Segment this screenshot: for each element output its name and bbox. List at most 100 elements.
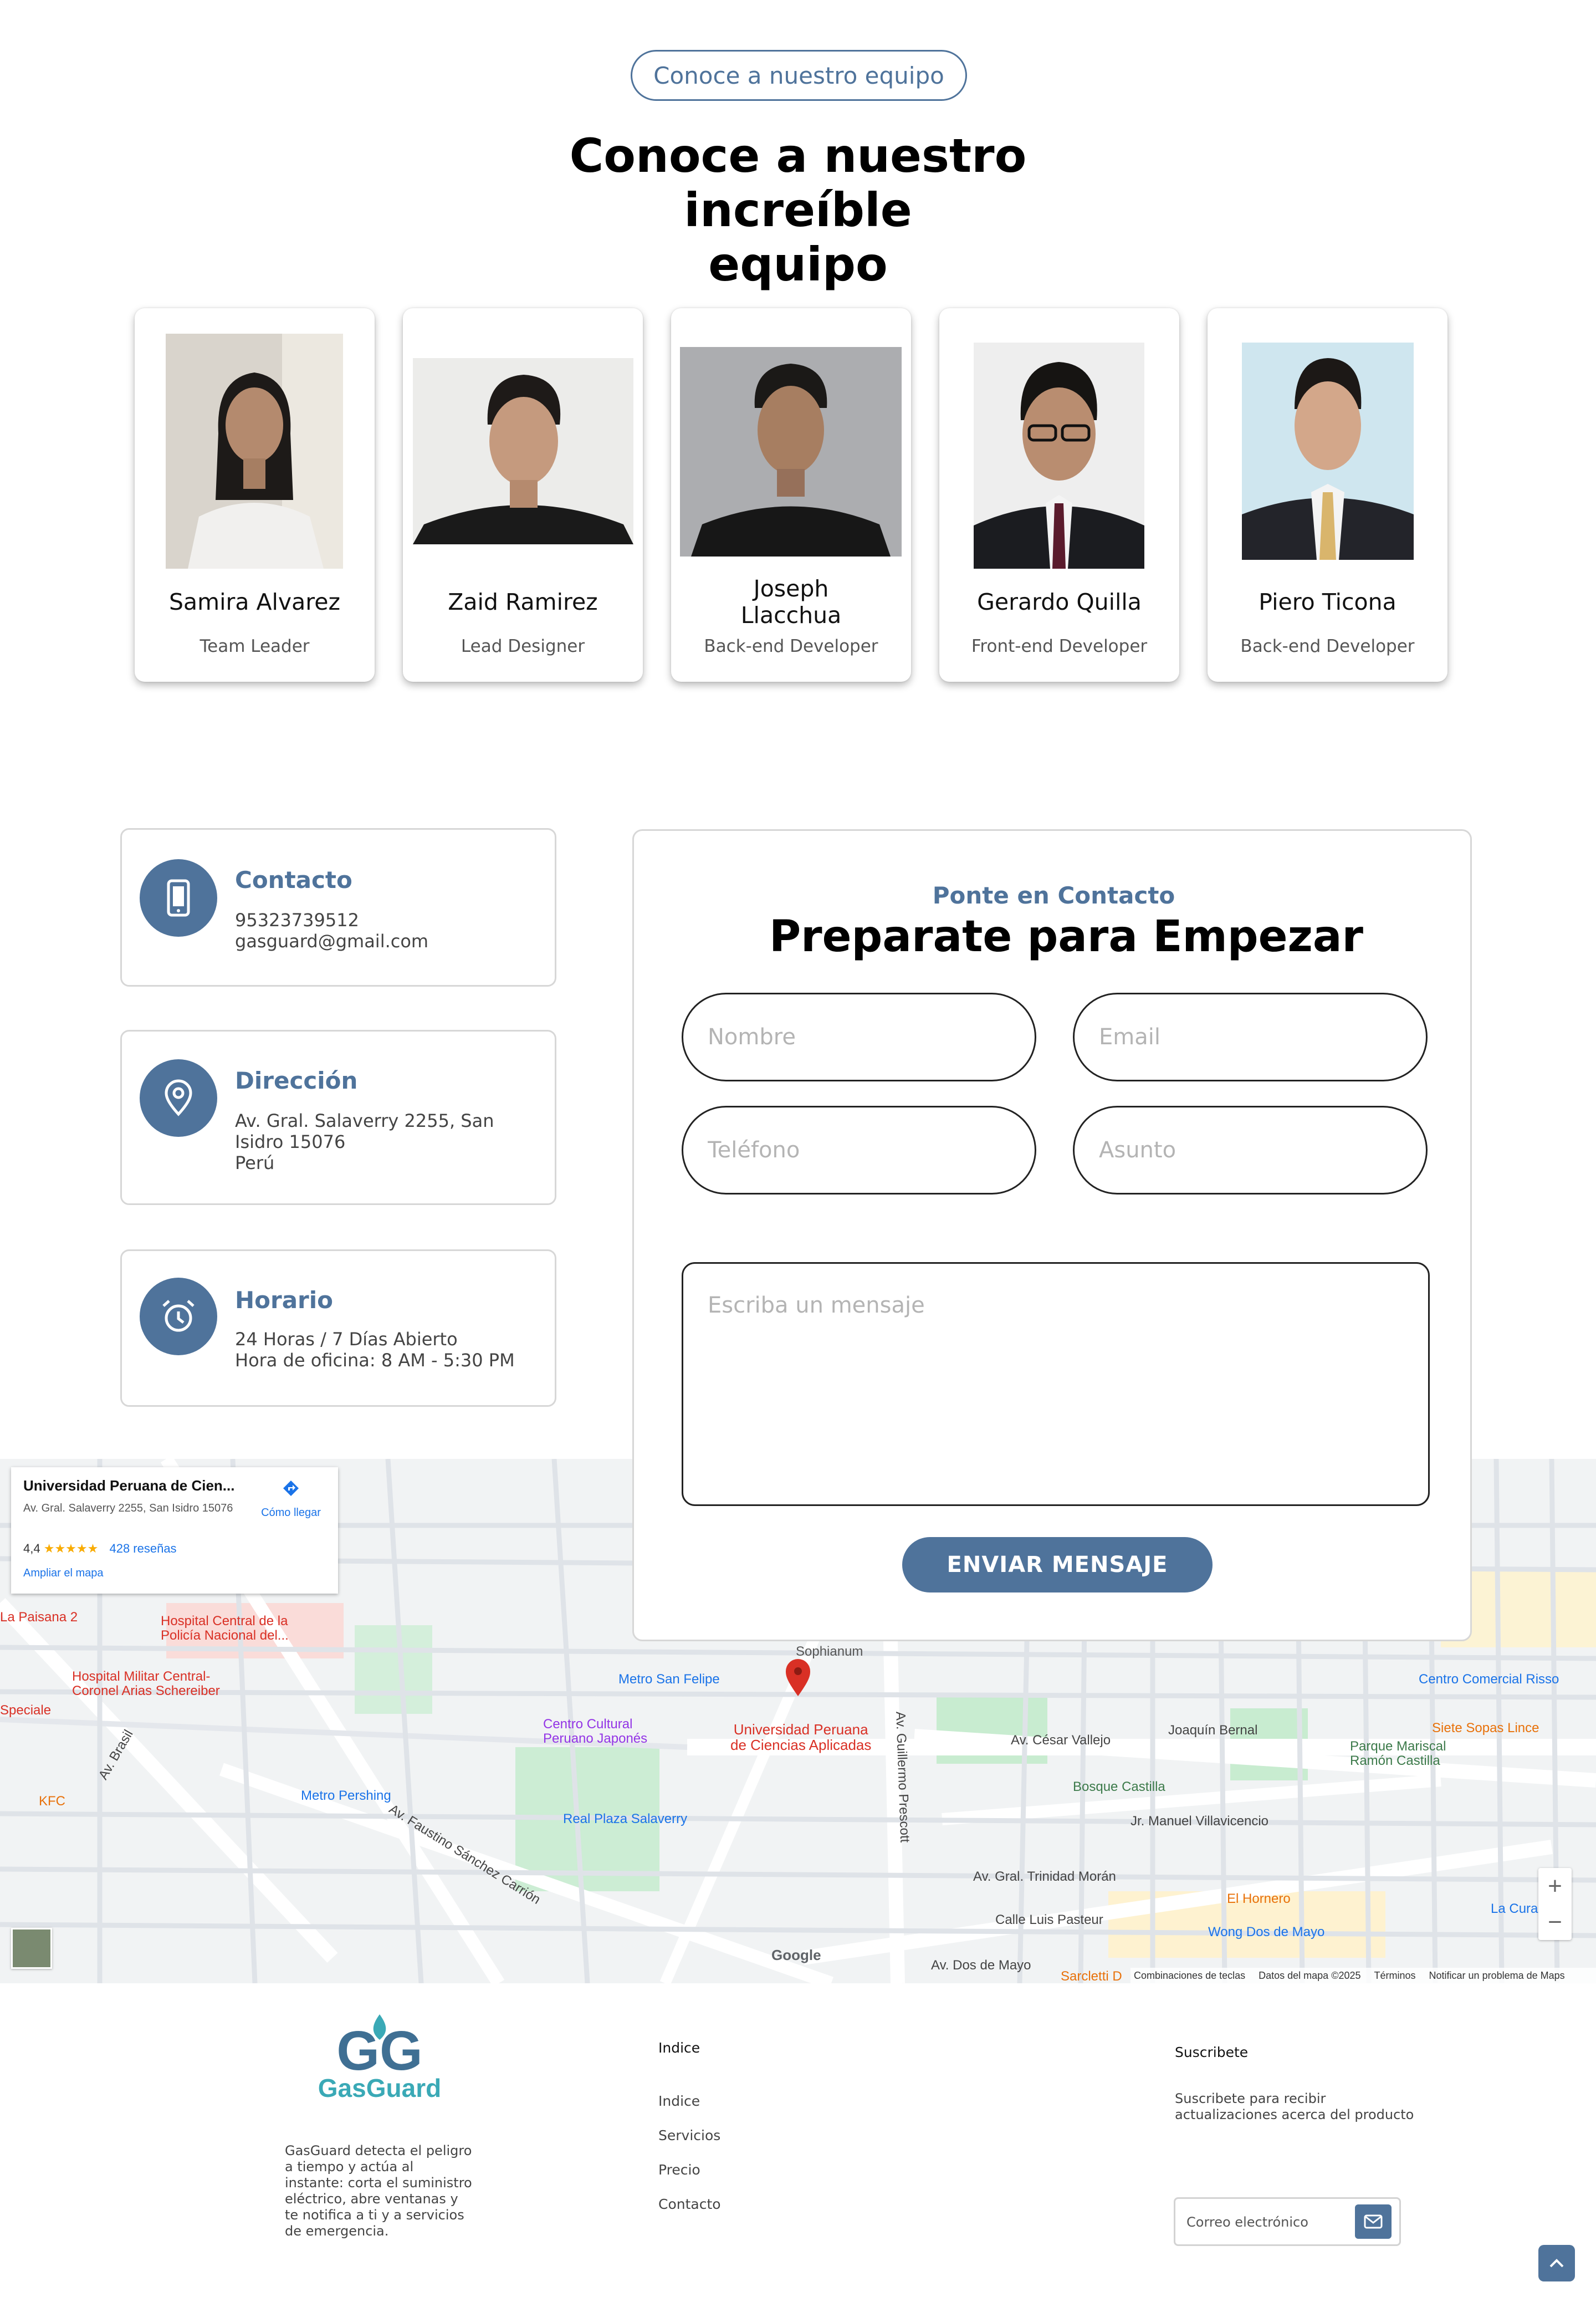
footer-link-indice[interactable]: Indice [658,2093,700,2109]
subscribe-button[interactable] [1355,2204,1392,2239]
map-label-hospital2[interactable]: Hospital Militar Central- Coronel Arias … [72,1670,249,1698]
member-name: Gerardo Quilla [977,589,1142,615]
terms-link[interactable]: Términos [1374,1970,1416,1982]
reviews-link[interactable]: 428 reseñas [109,1541,176,1555]
team-title: Conoce a nuestro increíble equipo [466,129,1130,292]
contact-phone: 95323739512 [235,910,359,931]
map-label-centro-cultural[interactable]: Centro Cultural Peruano Japonés [543,1717,676,1746]
street-calle-luis: Calle Luis Pasteur [995,1912,1103,1927]
footer-link-servicios[interactable]: Servicios [658,2127,720,2143]
keyboard-shortcuts-link[interactable]: Combinaciones de teclas [1134,1970,1245,1982]
address-card-title: Dirección [235,1067,358,1094]
team-card-samira[interactable]: Samira Alvarez Team Leader [135,308,375,682]
map-label-parque[interactable]: Parque Mariscal Ramón Castilla [1350,1739,1472,1768]
map-pin-label-line2: de Ciencias Aplicadas [730,1737,872,1753]
brand-letters: GG [336,2020,423,2073]
send-message-button[interactable]: ENVIAR MENSAJE [902,1537,1213,1592]
street-av-dos-de-mayo: Av. Dos de Mayo [931,1958,1031,1973]
map-label-el-hornero[interactable]: El Hornero [1227,1891,1291,1907]
team-cards: Samira Alvarez Team Leader Zaid Ramirez … [135,308,1448,682]
address-line: Av. Gral. Salaverry 2255, San Isidro 150… [235,1110,494,1152]
rating-value: 4,4 [23,1541,40,1555]
footer-link-contacto[interactable]: Contacto [658,2196,721,2212]
member-name: Piero Ticona [1259,589,1396,615]
zoom-in-button[interactable]: + [1538,1868,1572,1904]
hours-office: Hora de oficina: 8 AM - 5:30 PM [235,1350,515,1371]
member-role: Front-end Developer [971,636,1148,656]
expand-map-link[interactable]: Ampliar el mapa [23,1567,104,1580]
team-card-joseph[interactable]: Joseph Llacchua Back-end Developer [671,308,911,682]
map-label-wong[interactable]: Wong Dos de Mayo [1208,1925,1324,1940]
street-joaquin-bernal: Joaquín Bernal [1168,1723,1258,1738]
form-kicker: Ponte en Contacto [932,882,1175,909]
rating-stars-icon: ★★★★★ [43,1541,99,1555]
street-av-trinidad: Av. Gral. Trinidad Morán [973,1869,1116,1884]
location-pin-icon [140,1059,217,1137]
gasguard-logo[interactable]: GG GasGuard [310,2012,449,2106]
report-problem-link[interactable]: Notificar un problema de Maps [1429,1970,1565,1982]
scroll-to-top-button[interactable] [1538,2245,1575,2281]
member-role: Team Leader [200,636,310,656]
footer-subscribe-heading: Suscribete [1175,2044,1249,2060]
subscribe-email-box [1174,2197,1401,2246]
phone-input[interactable] [682,1106,1036,1195]
directions-label: Cómo llegar [261,1507,321,1519]
map-pin-label[interactable]: Universidad Peruana de Ciencias Aplicada… [730,1722,871,1753]
hours-card: Horario 24 Horas / 7 Días Abierto Hora d… [120,1249,556,1407]
map-label-la-paisana[interactable]: La Paisana 2 [0,1610,78,1625]
map-label-centro-risso[interactable]: Centro Comercial Risso [1419,1672,1559,1687]
place-rating: 4,4 ★★★★★ 428 reseñas [23,1541,177,1556]
email-input[interactable] [1073,993,1428,1081]
map-label-la-cura[interactable]: La Cura [1491,1901,1538,1917]
member-photo [680,347,902,557]
footer: GG GasGuard GasGuard detecta el peligro … [0,1983,1596,2297]
footer-link-precio[interactable]: Precio [658,2162,700,2178]
map-label-kfc[interactable]: KFC [39,1794,65,1809]
footer-description: GasGuard detecta el peligro a tiempo y a… [285,2143,472,2239]
contact-form: Ponte en Contacto Preparate para Empezar… [632,829,1472,1641]
satellite-toggle[interactable] [11,1928,52,1969]
map-label-sarcletti[interactable]: Sarcletti D [1061,1969,1122,1983]
team-pill-button[interactable]: Conoce a nuestro equipo [631,50,967,101]
zoom-controls: + − [1538,1868,1572,1940]
map-label-siete-sopas[interactable]: Siete Sopas Lince [1432,1721,1539,1736]
street-av-cesar-vallejo: Av. César Vallejo [1011,1733,1111,1748]
directions-button[interactable]: Cómo llegar [249,1478,332,1519]
phone-icon [140,859,217,937]
map-label-real-plaza[interactable]: Real Plaza Salaverry [563,1811,687,1827]
street-jr-manuel: Jr. Manuel Villavicencio [1130,1814,1269,1829]
map-label-bosque[interactable]: Bosque Castilla [1073,1779,1165,1795]
map-label-metro-pershing[interactable]: Metro Pershing [301,1788,391,1804]
map-attribution-bar: Combinaciones de teclas Datos del mapa ©… [1130,1968,1596,1983]
team-card-gerardo[interactable]: Gerardo Quilla Front-end Developer [939,308,1179,682]
map-label-hospital1[interactable]: Hospital Central de la Policía Nacional … [161,1614,316,1643]
member-name: Samira Alvarez [168,589,341,615]
hours-card-title: Horario [235,1287,334,1314]
member-name-line1: Joseph [753,575,829,602]
team-title-line1: Conoce a nuestro increíble [569,129,1027,237]
member-role: Back-end Developer [1240,636,1415,656]
map-pin-label-line1: Universidad Peruana [733,1721,868,1738]
member-name: Zaid Ramirez [448,589,598,615]
map-place-card: Universidad Peruana de Cien... Av. Gral.… [11,1467,338,1594]
name-input[interactable] [682,993,1036,1081]
team-title-line2: equipo [708,237,888,292]
flame-logo-icon: GG [336,2014,423,2082]
map-label-sophianum[interactable]: Sophianum [796,1644,863,1660]
message-textarea[interactable] [682,1262,1430,1506]
team-card-zaid[interactable]: Zaid Ramirez Lead Designer [403,308,643,682]
chevron-up-icon [1549,2259,1564,2268]
team-card-piero[interactable]: Piero Ticona Back-end Developer [1208,308,1447,682]
member-photo [974,343,1144,569]
member-role: Lead Designer [461,636,585,656]
map-label-speciale[interactable]: Speciale [0,1703,51,1718]
footer-subscribe-text: Suscribete para recibir actualizaciones … [1175,2091,1414,2122]
contact-email: gasguard@gmail.com [235,931,429,952]
zoom-out-button[interactable]: − [1538,1904,1572,1940]
place-name: Universidad Peruana de Cien... [23,1477,235,1494]
map-label-metro-sf[interactable]: Metro San Felipe [618,1672,720,1687]
member-photo [413,358,633,544]
place-address: Av. Gral. Salaverry 2255, San Isidro 150… [23,1502,233,1514]
subject-input[interactable] [1073,1106,1428,1195]
subscribe-email-input[interactable] [1186,2211,1353,2233]
